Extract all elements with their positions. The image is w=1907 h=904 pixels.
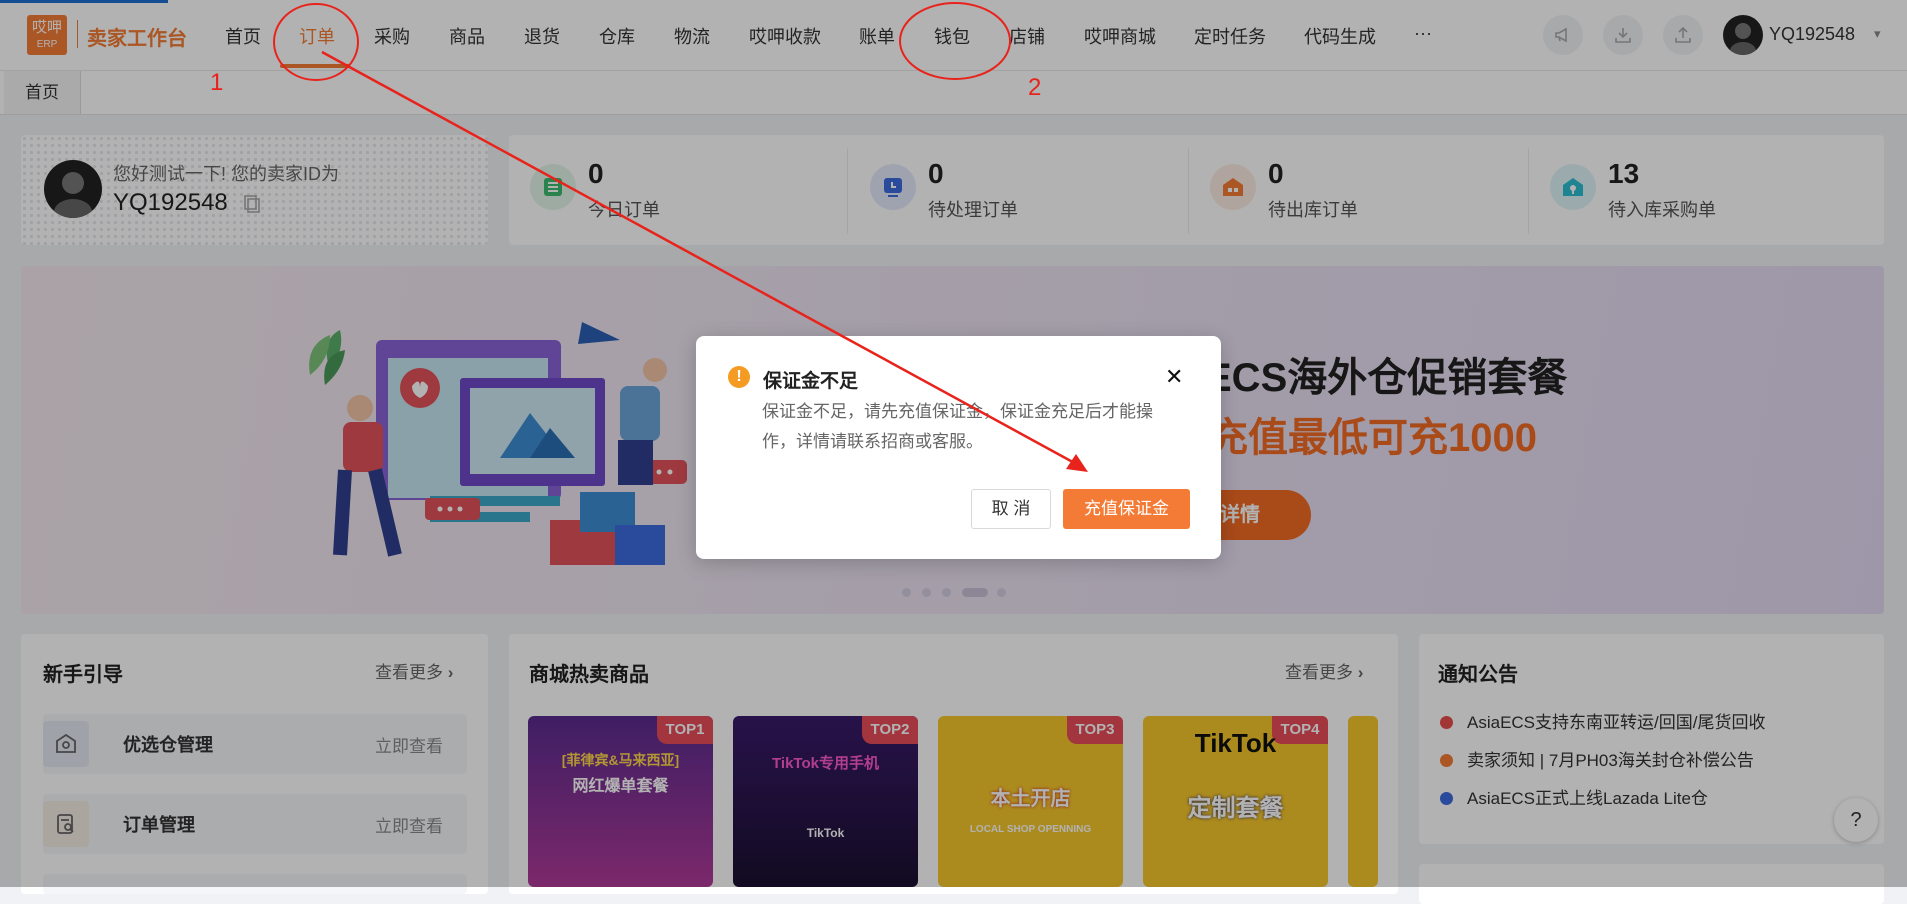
recharge-deposit-button[interactable]: 充值保证金 (1063, 489, 1190, 529)
dialog-message: 保证金不足，请先充值保证金，保证金充足后才能操作，详情请联系招商或客服。 (762, 402, 1153, 451)
close-icon[interactable]: ✕ (1165, 364, 1183, 390)
cancel-button[interactable]: 取 消 (971, 489, 1051, 529)
dialog-title: 保证金不足 (763, 371, 859, 392)
warning-icon: ! (728, 366, 750, 388)
